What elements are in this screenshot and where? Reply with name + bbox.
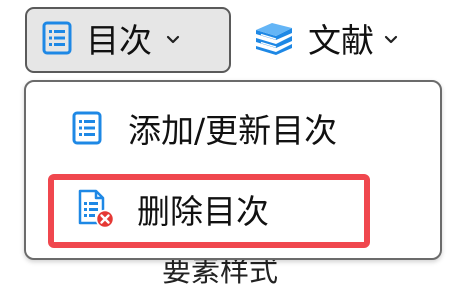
menu-item-add-update-toc[interactable]: 添加/更新目次 [48, 102, 420, 158]
chevron-down-icon [384, 35, 398, 45]
toc-button-label: 目次 [86, 20, 152, 60]
document-delete-icon [77, 189, 115, 233]
styles-label: 要素样式 [162, 254, 279, 288]
word-processor-toolbar-area: 要素样式 目次 文献 添加/更新目次 删除目次 [0, 0, 462, 291]
toc-list-icon [42, 21, 72, 59]
books-stack-icon [252, 21, 296, 59]
toc-dropdown-menu: 添加/更新目次 删除目次 [24, 80, 442, 260]
toc-dropdown-button[interactable]: 目次 [25, 7, 231, 73]
toc-list-icon [72, 111, 102, 149]
menu-item-label: 添加/更新目次 [128, 110, 338, 150]
references-button-label: 文献 [308, 20, 374, 60]
references-dropdown-button[interactable]: 文献 [248, 7, 428, 73]
menu-item-label: 删除目次 [137, 191, 269, 231]
chevron-down-icon [166, 35, 180, 45]
menu-item-delete-toc[interactable]: 删除目次 [48, 174, 370, 248]
